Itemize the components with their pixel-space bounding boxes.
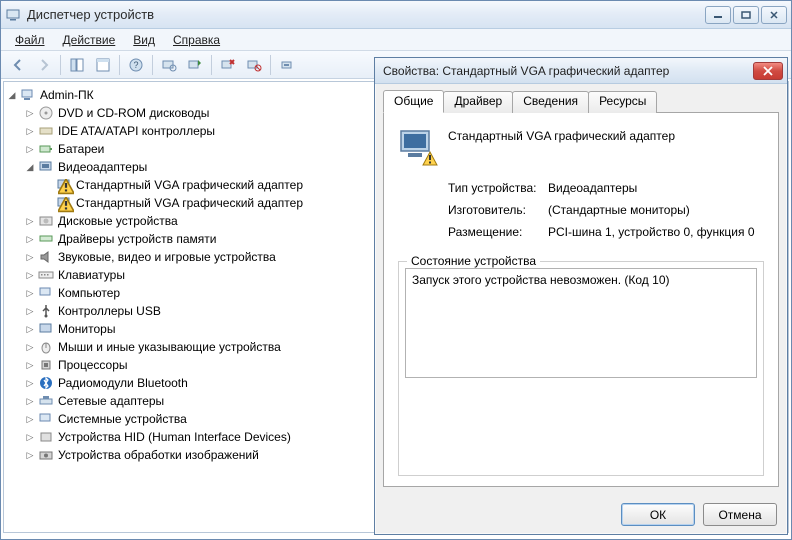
expand-icon[interactable]: ▷ [24, 449, 36, 461]
expand-icon[interactable]: ▷ [24, 125, 36, 137]
add-legacy-hardware-button[interactable] [275, 54, 299, 76]
disk-icon [38, 213, 54, 229]
expand-icon[interactable]: ▷ [24, 107, 36, 119]
imaging-icon [38, 447, 54, 463]
battery-icon [38, 141, 54, 157]
value-device-type: Видеоадаптеры [548, 181, 637, 195]
expand-icon[interactable]: ▷ [24, 359, 36, 371]
uninstall-button[interactable] [216, 54, 240, 76]
device-properties: Тип устройства:Видеоадаптеры Изготовител… [448, 181, 764, 247]
app-icon [5, 7, 21, 23]
cancel-button[interactable]: Отмена [703, 503, 777, 526]
expand-icon[interactable]: ▷ [24, 323, 36, 335]
properties-button[interactable] [91, 54, 115, 76]
tab-driver[interactable]: Драйвер [443, 91, 513, 113]
menu-view[interactable]: Вид [125, 31, 163, 49]
scan-hardware-button[interactable] [157, 54, 181, 76]
tab-strip: Общие Драйвер Сведения Ресурсы [383, 90, 779, 112]
label-manufacturer: Изготовитель: [448, 203, 548, 217]
disable-button[interactable] [242, 54, 266, 76]
minimize-button[interactable] [705, 6, 731, 24]
ide-icon [38, 123, 54, 139]
device-large-icon [398, 127, 436, 165]
show-console-tree-button[interactable] [65, 54, 89, 76]
value-manufacturer: (Стандартные мониторы) [548, 203, 690, 217]
expand-icon[interactable]: ▷ [24, 377, 36, 389]
computer-icon [38, 285, 54, 301]
menu-help[interactable]: Справка [165, 31, 228, 49]
device-status-group: Состояние устройства Запуск этого устрой… [398, 261, 764, 476]
close-button[interactable] [761, 6, 787, 24]
dialog-body: Общие Драйвер Сведения Ресурсы Стандартн… [375, 84, 787, 495]
device-name: Стандартный VGA графический адаптер [448, 127, 675, 143]
mouse-icon [38, 339, 54, 355]
speaker-icon [38, 249, 54, 265]
label-location: Размещение: [448, 225, 548, 239]
maximize-button[interactable] [733, 6, 759, 24]
memory-icon [38, 231, 54, 247]
cpu-icon [38, 357, 54, 373]
system-device-icon [38, 411, 54, 427]
back-button[interactable] [6, 54, 30, 76]
disc-icon [38, 105, 54, 121]
expand-icon[interactable]: ▷ [24, 305, 36, 317]
expand-icon[interactable]: ▷ [24, 287, 36, 299]
expand-icon[interactable]: ▷ [24, 233, 36, 245]
tab-panel-general: Стандартный VGA графический адаптер Тип … [383, 112, 779, 487]
monitor-icon [38, 321, 54, 337]
expand-icon[interactable]: ▷ [24, 413, 36, 425]
dialog-title: Свойства: Стандартный VGA графический ад… [383, 64, 753, 78]
keyboard-icon [38, 267, 54, 283]
tab-details[interactable]: Сведения [512, 91, 589, 113]
device-manager-window: Диспетчер устройств Файл Действие Вид Сп… [0, 0, 792, 540]
ok-button[interactable]: ОК [621, 503, 695, 526]
value-location: PCI-шина 1, устройство 0, функция 0 [548, 225, 755, 239]
network-icon [38, 393, 54, 409]
tab-resources[interactable]: Ресурсы [588, 91, 657, 113]
window-controls [705, 6, 787, 24]
display-adapter-warning-icon [56, 177, 72, 193]
device-status-textbox[interactable]: Запуск этого устройства невозможен. (Код… [405, 268, 757, 378]
menubar: Файл Действие Вид Справка [1, 29, 791, 51]
label-device-type: Тип устройства: [448, 181, 548, 195]
expand-icon[interactable]: ▷ [24, 341, 36, 353]
forward-button[interactable] [32, 54, 56, 76]
expand-icon[interactable]: ▷ [24, 431, 36, 443]
expand-icon[interactable]: ▷ [24, 215, 36, 227]
dialog-footer: ОК Отмена [375, 495, 787, 534]
expand-icon[interactable]: ▷ [24, 395, 36, 407]
properties-dialog: Свойства: Стандартный VGA графический ад… [374, 57, 788, 535]
dialog-titlebar: Свойства: Стандартный VGA графический ад… [375, 58, 787, 84]
titlebar: Диспетчер устройств [1, 1, 791, 29]
collapse-icon[interactable]: ◢ [24, 161, 36, 173]
expand-icon[interactable]: ▷ [24, 251, 36, 263]
expand-icon[interactable]: ▷ [24, 269, 36, 281]
expand-icon[interactable]: ▷ [24, 143, 36, 155]
display-adapter-icon [38, 159, 54, 175]
tab-general[interactable]: Общие [383, 90, 444, 113]
display-adapter-warning-icon [56, 195, 72, 211]
dialog-close-button[interactable] [753, 62, 783, 80]
usb-icon [38, 303, 54, 319]
window-title: Диспетчер устройств [27, 7, 705, 22]
menu-file[interactable]: Файл [7, 31, 53, 49]
menu-action[interactable]: Действие [55, 31, 124, 49]
hid-icon [38, 429, 54, 445]
device-status-label: Состояние устройства [407, 254, 540, 268]
collapse-icon[interactable]: ◢ [6, 89, 18, 101]
svg-text:?: ? [133, 60, 138, 70]
computer-icon [20, 87, 36, 103]
update-driver-button[interactable] [183, 54, 207, 76]
statusbar [1, 535, 791, 539]
bluetooth-icon [38, 375, 54, 391]
help-button[interactable]: ? [124, 54, 148, 76]
